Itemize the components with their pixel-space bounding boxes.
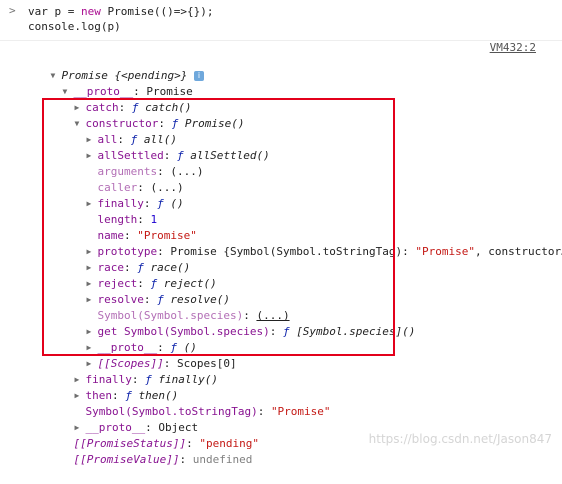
- tree-row-tostringtag: Symbol(Symbol.toStringTag): "Promise": [85, 405, 331, 418]
- code-line-1: var p = new Promise(()=>{});: [28, 5, 214, 18]
- tree-row-promise-value: [[PromiseValue]]: undefined: [73, 453, 253, 466]
- console-input-echo: > var p = new Promise(()=>{}); console.l…: [0, 0, 562, 41]
- info-icon[interactable]: i: [193, 71, 204, 81]
- tree-row-then[interactable]: ▶ then: ƒ then(): [48, 372, 179, 402]
- source-link[interactable]: VM432:2: [490, 41, 536, 54]
- tree-row-finally[interactable]: ▶ finally: ƒ finally(): [48, 356, 218, 386]
- tree-row-promise-status: [[PromiseStatus]]: "pending": [73, 437, 259, 450]
- tree-row-proto[interactable]: ▼ __proto__: Promise: [36, 68, 193, 98]
- tree-row-proto-object[interactable]: ▶ __proto__: Object: [48, 404, 199, 434]
- watermark: https://blog.csdn.net/Jason847: [368, 432, 552, 446]
- devtools-console: > var p = new Promise(()=>{}); console.l…: [0, 0, 562, 466]
- tree-row-root[interactable]: ▼ Promise {<pending>} i: [24, 52, 204, 82]
- highlight-annotation-box: [42, 98, 395, 356]
- code-line-2: console.log(p): [28, 20, 121, 33]
- chevron-right-icon: >: [9, 4, 16, 17]
